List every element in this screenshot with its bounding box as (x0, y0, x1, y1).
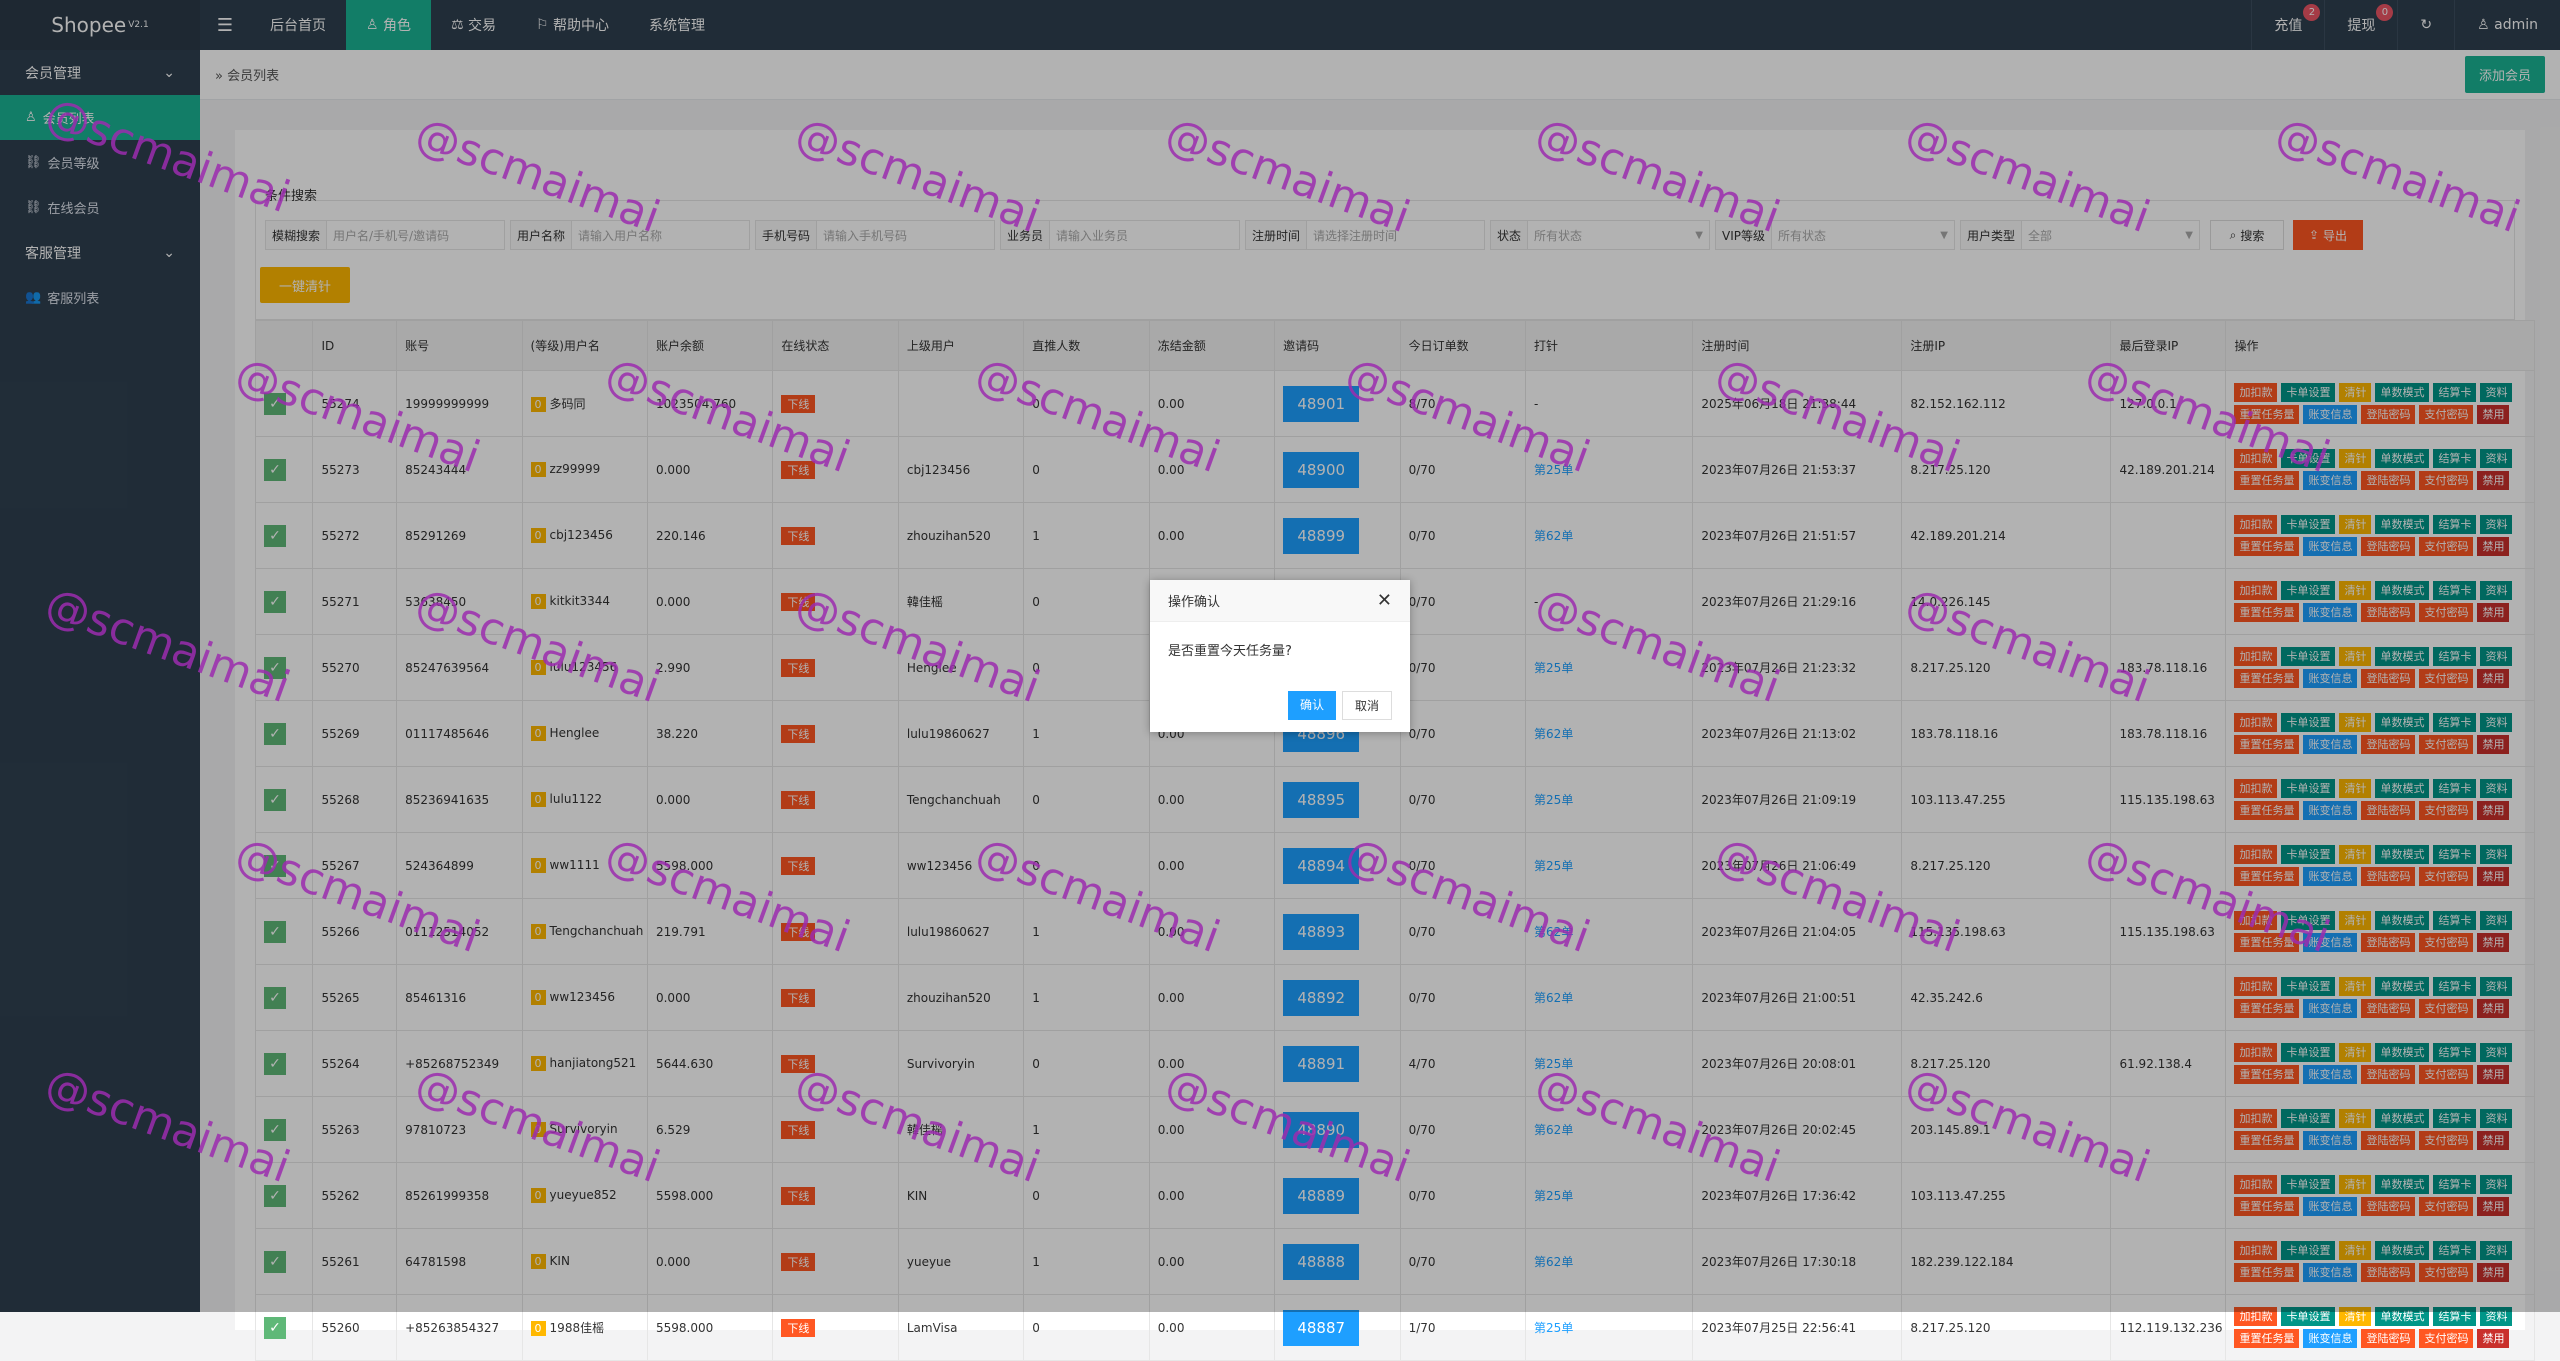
level-badge: 0 (530, 1321, 546, 1336)
action-button[interactable]: 账变信息 (2303, 1329, 2358, 1348)
row-checkbox[interactable]: ✓ (264, 1316, 286, 1339)
cell-parent: LamVisa (906, 1320, 958, 1335)
action-button[interactable]: 禁用 (2477, 1329, 2510, 1348)
dialog-footer: 确认 取消 (1287, 691, 1392, 720)
cell-last-ip: 112.119.132.236 (2119, 1320, 2223, 1335)
cell-username: 1988佳榣 (549, 1321, 605, 1335)
invite-code-button[interactable]: 48887 (1283, 1309, 1360, 1346)
cell-orders: 1/70 (1408, 1320, 1436, 1335)
row-actions: 加扣款 卡单设置 清针 单数模式 结算卡 资料 重置任务量 账变信息 登陆密码 支付密码 禁用 (2234, 1307, 2529, 1348)
cell-inject[interactable]: 第25单 (1534, 1321, 1573, 1335)
action-button[interactable]: 登陆密码 (2361, 1329, 2416, 1348)
cancel-button[interactable]: 取消 (1341, 691, 1392, 720)
confirm-button[interactable]: 确认 (1287, 691, 1336, 720)
cell-reg-time: 2023年07月25日 22:56:41 (1701, 1321, 1857, 1335)
close-icon[interactable]: ✕ (1377, 590, 1392, 611)
dialog-header: 操作确认 ✕ (1150, 580, 1410, 622)
dialog-message: 是否重置今天任务量? (1168, 644, 1292, 659)
cell-account: +85263854327 (405, 1320, 500, 1335)
action-button[interactable]: 支付密码 (2419, 1329, 2474, 1348)
cell-direct: 0 (1032, 1320, 1040, 1335)
dialog-title: 操作确认 (1168, 595, 1221, 610)
cell-id: 55260 (321, 1320, 360, 1335)
cell-frozen: 0.00 (1157, 1320, 1185, 1335)
cell-reg-ip: 8.217.25.120 (1910, 1320, 1991, 1335)
confirm-dialog: 操作确认 ✕ 是否重置今天任务量? 确认 取消 (1150, 580, 1410, 732)
status-badge: 下线 (781, 1318, 816, 1337)
action-button[interactable]: 重置任务量 (2234, 1329, 2300, 1348)
cell-balance: 5598.000 (655, 1320, 714, 1335)
